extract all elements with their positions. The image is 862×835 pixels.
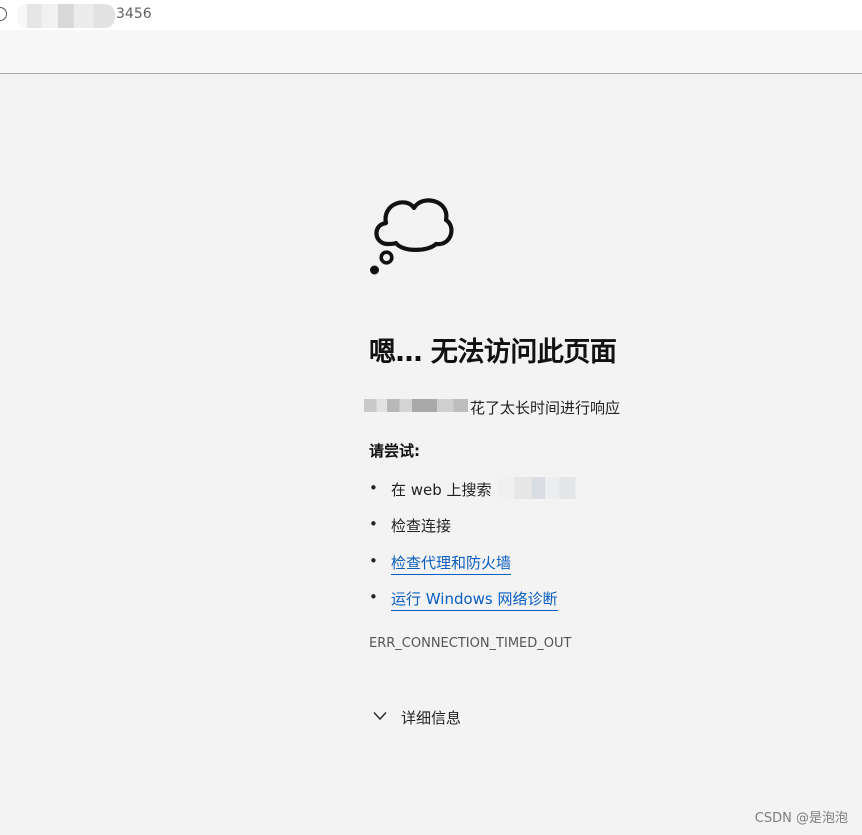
address-bar[interactable]: 3456 <box>0 0 862 30</box>
url-text[interactable]: 3456 <box>116 6 152 22</box>
run-network-diagnostics-link[interactable]: 运行 Windows 网络诊断 <box>391 588 558 611</box>
bullet: • <box>369 479 378 497</box>
redacted-hostname <box>364 399 468 412</box>
details-toggle[interactable]: 详细信息 <box>369 706 479 728</box>
bullet: • <box>369 515 378 533</box>
thought-cloud-icon <box>370 198 454 275</box>
suggestion-label: 在 web 上搜索 <box>391 481 492 499</box>
redacted-url <box>17 4 115 28</box>
suggestion-label: 检查连接 <box>391 517 452 535</box>
info-icon[interactable] <box>0 7 7 21</box>
toolbar-strip <box>0 30 862 74</box>
error-code: ERR_CONNECTION_TIMED_OUT <box>369 636 572 651</box>
details-label: 详细信息 <box>401 709 462 727</box>
watermark: CSDN @是泡泡 <box>754 811 848 826</box>
chevron-down-icon <box>373 711 387 721</box>
redacted-search-term[interactable] <box>497 477 593 499</box>
page-title: 嗯… 无法访问此页面 <box>369 337 617 368</box>
timeout-message: 花了太长时间进行响应 <box>470 399 621 417</box>
bullet: • <box>369 552 378 570</box>
bullet: • <box>369 588 378 606</box>
try-heading: 请尝试: <box>369 442 420 460</box>
check-proxy-firewall-link[interactable]: 检查代理和防火墙 <box>391 552 512 575</box>
